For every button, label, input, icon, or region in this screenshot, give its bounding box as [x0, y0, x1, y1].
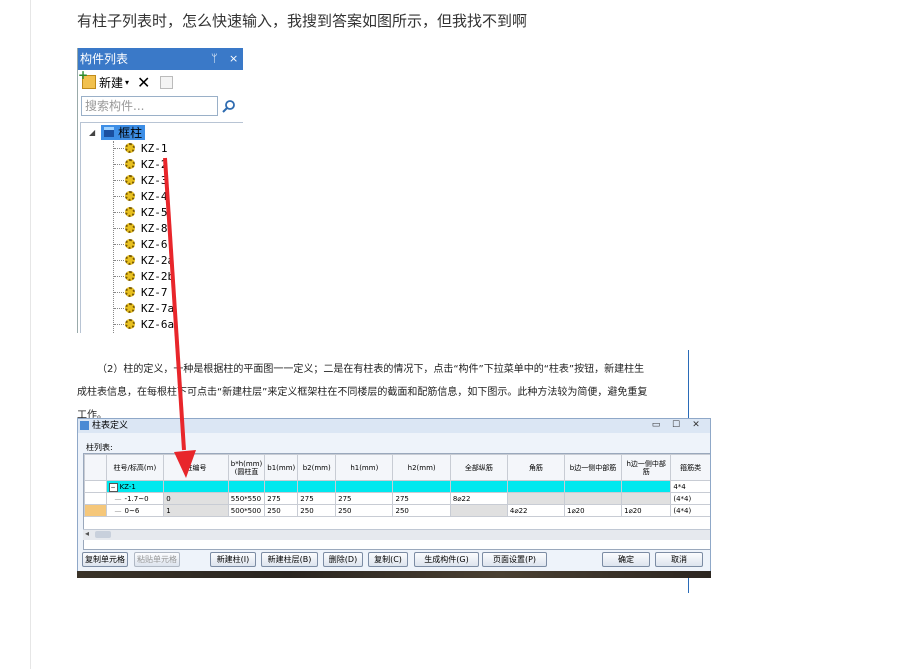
red-arrow-icon	[163, 157, 196, 478]
